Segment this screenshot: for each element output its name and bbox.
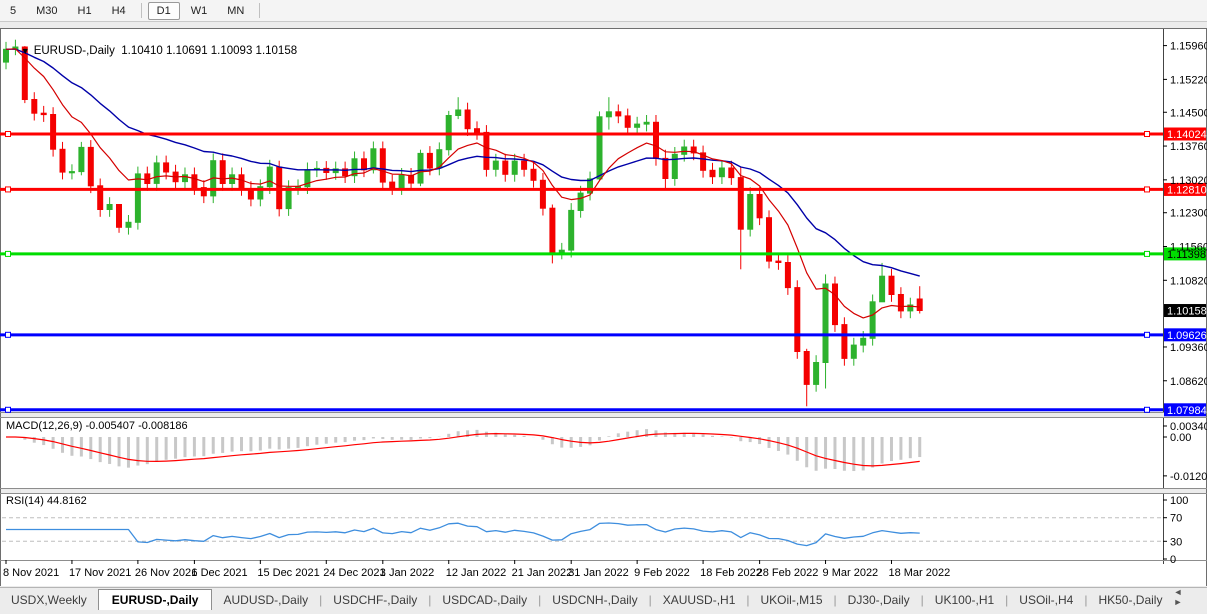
chart-ohlc-values: 1.10410 1.10691 1.10093 1.10158 [121, 45, 297, 57]
svg-text:1.10158: 1.10158 [1167, 306, 1207, 318]
hline-anchor[interactable] [6, 332, 11, 337]
svg-text:1.09626: 1.09626 [1167, 330, 1207, 342]
date-tick: 31 Jan 2022 [568, 567, 629, 579]
price-tick: 1.10820 [1170, 275, 1207, 287]
chart-tab-bar: USDX,WeeklyEURUSD-,DailyAUDUSD-,Daily|US… [0, 587, 1207, 611]
chart-tab-uk100-h1[interactable]: UK100-,H1 [924, 590, 1005, 611]
hline-anchor[interactable] [6, 132, 11, 137]
date-tick: 18 Feb 2022 [700, 567, 762, 579]
date-tick: 26 Nov 2021 [135, 567, 197, 579]
tab-scroll-arrows[interactable]: ◄ ► [1173, 587, 1207, 611]
hline-anchor[interactable] [1145, 251, 1150, 256]
chart-canvas: 1.140241.128101.113981.096261.079841.101… [0, 28, 1207, 586]
rsi-tick: 0 [1170, 554, 1176, 566]
date-tick: 28 Feb 2022 [757, 567, 819, 579]
price-tick: 1.15960 [1170, 41, 1207, 53]
chart-tab-xauusd-h1[interactable]: XAUUSD-,H1 [652, 590, 747, 611]
timeframe-button-h1[interactable]: H1 [69, 2, 101, 20]
hline-anchor[interactable] [1145, 187, 1150, 192]
price-tick: 1.12300 [1170, 208, 1207, 220]
toolbar-separator [141, 3, 142, 18]
chart-tab-usdx-weekly[interactable]: USDX,Weekly [0, 590, 98, 611]
date-tick: 9 Mar 2022 [823, 567, 879, 579]
date-tick: 24 Dec 2021 [323, 567, 385, 579]
hline-anchor[interactable] [1145, 132, 1150, 137]
price-tick: 1.14500 [1170, 107, 1207, 119]
rsi-indicator-label: RSI(14) 44.8162 [6, 495, 87, 507]
price-tick: 1.13020 [1170, 175, 1207, 187]
chart-tab-usoil-h4[interactable]: USOil-,H4 [1008, 590, 1084, 611]
price-tick: 1.13760 [1170, 141, 1207, 153]
chart-tab-dj30-daily[interactable]: DJ30-,Daily [837, 590, 921, 611]
hline-anchor[interactable] [6, 187, 11, 192]
toolbar-separator [259, 3, 260, 18]
hline-anchor[interactable] [6, 407, 11, 412]
chart-tab-hk50-daily[interactable]: HK50-,Daily [1087, 590, 1173, 611]
date-tick: 15 Dec 2021 [257, 567, 319, 579]
chart-tab-usdchf-daily[interactable]: USDCHF-,Daily [322, 590, 428, 611]
rsi-tick: 70 [1170, 513, 1182, 525]
macd-tick: -0.01205 [1170, 471, 1207, 483]
price-tick: 1.11560 [1170, 242, 1207, 254]
chart-tab-eurusd-daily[interactable]: EURUSD-,Daily [98, 589, 213, 611]
chart-tab-ukoil-m15[interactable]: UKOil-,M15 [750, 590, 834, 611]
hline-anchor[interactable] [1145, 407, 1150, 412]
timeframe-button-mn[interactable]: MN [218, 2, 253, 20]
date-tick: 9 Feb 2022 [634, 567, 690, 579]
date-tick: 8 Nov 2021 [3, 567, 59, 579]
chart-tab-audusd-daily[interactable]: AUDUSD-,Daily [212, 590, 319, 611]
macd-tick: 0.00 [1170, 432, 1191, 444]
macd-indicator-label: MACD(12,26,9) -0.005407 -0.008186 [6, 420, 188, 432]
chart-window: 1.140241.128101.113981.096261.079841.101… [0, 28, 1207, 586]
chart-tab-usdcad-daily[interactable]: USDCAD-,Daily [431, 590, 538, 611]
chart-tab-usdcnh-daily[interactable]: USDCNH-,Daily [541, 590, 648, 611]
svg-text:1.14024: 1.14024 [1167, 129, 1207, 141]
date-tick: 21 Jan 2022 [512, 567, 573, 579]
date-tick: 17 Nov 2021 [69, 567, 131, 579]
date-tick: 18 Mar 2022 [888, 567, 950, 579]
mt4-window: 5M30H1H4D1W1MN 1.140241.128101.113981.09… [0, 0, 1207, 614]
date-tick: 12 Jan 2022 [446, 567, 507, 579]
timeframe-button-m30[interactable]: M30 [27, 2, 66, 20]
timeframe-button-h4[interactable]: H4 [103, 2, 135, 20]
hline-anchor[interactable] [6, 251, 11, 256]
timeframe-button-5[interactable]: 5 [1, 2, 25, 20]
price-tick: 1.15220 [1170, 74, 1207, 86]
chart-dropdown-icon[interactable]: ▼ [21, 46, 30, 56]
svg-text:1.07984: 1.07984 [1167, 405, 1207, 417]
chart-symbol-label: EURUSD-,Daily [34, 45, 115, 57]
chart-title: ▼ EURUSD-,Daily 1.10410 1.10691 1.10093 1… [8, 33, 297, 69]
rsi-tick: 30 [1170, 536, 1182, 548]
timeframe-button-w1[interactable]: W1 [182, 2, 217, 20]
rsi-tick: 100 [1170, 495, 1188, 507]
timeframe-button-d1[interactable]: D1 [148, 2, 180, 20]
date-tick: 6 Dec 2021 [191, 567, 247, 579]
date-tick: 3 Jan 2022 [380, 567, 434, 579]
price-tick: 1.08620 [1170, 376, 1207, 388]
window-bottom-edge [0, 610, 1207, 614]
timeframe-toolbar: 5M30H1H4 D1W1MN [0, 0, 1207, 22]
hline-anchor[interactable] [1145, 332, 1150, 337]
price-tick: 1.09360 [1170, 342, 1207, 354]
